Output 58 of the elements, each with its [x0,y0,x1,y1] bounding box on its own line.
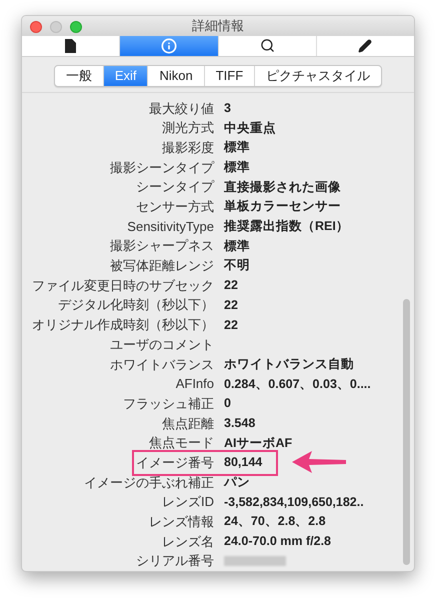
field-label: 焦点モード [148,434,214,452]
field-label: SensitivityType [126,218,214,236]
field-value: 24、70、2.8、2.8 [224,513,326,530]
field-label: レンズID [161,493,214,512]
field-label: レンズ情報 [148,513,214,532]
field-value: ホワイトバランス自動 [224,356,354,373]
field-label: 撮影彩度 [161,138,214,157]
field-label: フラッシュ補正 [122,394,214,413]
field-label: センサー方式 [135,198,214,216]
pointer-arrow [290,448,348,475]
field-value: 80,144 [224,454,262,472]
field-label: イメージの手ぶれ補正 [83,474,214,492]
field-value: 標準 [224,238,250,255]
field-value: 標準 [224,139,250,156]
field-value: -3,582,834,109,650,182.. [224,494,364,511]
field-value: 中央重点 [224,120,276,137]
field-label: ファイル変更日時のサブセック [31,276,214,295]
tab[interactable]: ピクチャスタイル [254,66,382,86]
field-label: AFInfo [174,375,214,394]
field-value: 24.0-70.0 mm f/2.8 [224,533,332,550]
search-icon [260,38,275,53]
field-value: 22 [224,296,238,314]
field-label: ユーザのコメント [109,336,214,354]
window-title: 詳細情報 [192,17,244,35]
tab[interactable]: Nikon [147,66,204,86]
pencil-icon [358,38,372,52]
field-value: 22 [224,277,238,294]
field-value: 単板カラーセンサー [224,198,341,216]
field-label: シリアル番号 [135,552,214,570]
field-label: シーンタイプ [135,178,214,196]
field-label: ホワイトバランス [109,356,214,374]
tab[interactable]: 一般 [54,66,103,86]
field-label: 最大絞り値 [148,100,214,118]
field-value: パン [224,474,250,492]
field-value: 推奨露出指数（REI） [224,218,349,236]
info-icon [160,38,177,54]
field-label: デジタル化時刻（秒以下） [57,296,214,314]
field-label: イメージ番号 [135,454,214,472]
field-label: 焦点距離 [161,414,214,433]
field-value: 3.548 [224,414,256,432]
zoom-button[interactable] [70,21,82,33]
field-value: AIサーボAF [224,434,292,452]
field-label: 測光方式 [161,119,214,138]
field-value: 22 [224,316,238,334]
field-label: 被写体距離レンジ [109,257,214,276]
field-label: 撮影シャープネス [109,237,214,256]
field-value: 3 [224,100,231,117]
field-label: レンズ名 [161,532,214,551]
field-value: 不明 [224,257,250,274]
close-button[interactable] [30,21,42,33]
field-value: 直接撮影された画像 [224,178,341,196]
field-value: 標準 [224,159,250,176]
field-value: 0.284、0.607、0.03、0.... [224,376,371,393]
field-value: 0 [224,395,231,412]
field-label: 撮影シーンタイプ [109,158,214,177]
field-label: オリジナル作成時刻（秒以下） [31,316,214,334]
tab[interactable]: TIFF [204,66,254,86]
document-icon [65,38,76,52]
